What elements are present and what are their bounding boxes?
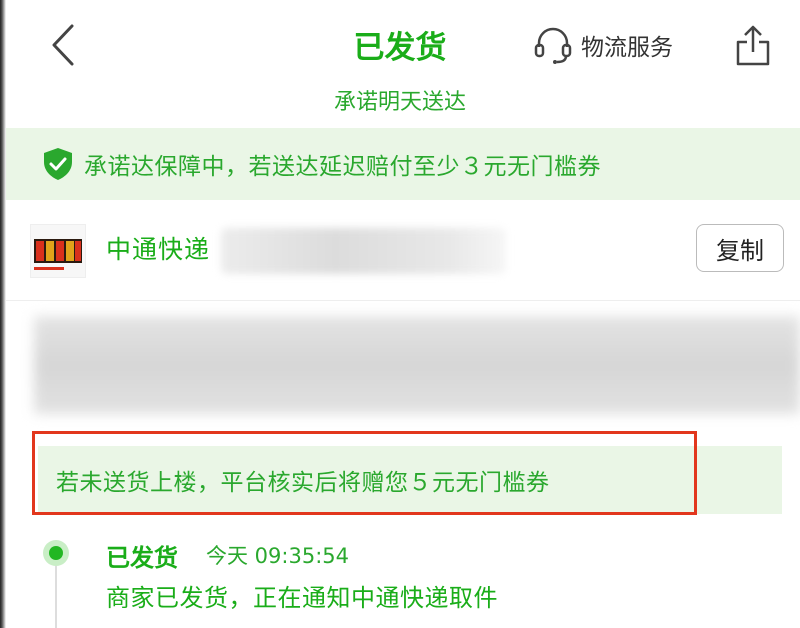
carrier-name: 中通快递	[106, 235, 211, 264]
back-icon	[52, 24, 74, 66]
back-button[interactable]	[44, 22, 84, 68]
guarantee-text: 承诺达保障中，若送达延迟赔付至少３元无门槛券	[84, 154, 601, 180]
delivery-promise: 承诺明天送达	[333, 90, 466, 115]
guarantee-banner: 承诺达保障中，若送达延迟赔付至少３元无门槛券	[6, 128, 800, 200]
address-redacted	[34, 316, 800, 414]
highlight-annotation-box	[32, 431, 697, 515]
logistics-service-button[interactable]: 物流服务	[533, 22, 673, 68]
product-thumbnail[interactable]	[30, 224, 86, 278]
shield-check-icon	[44, 148, 72, 180]
share-button[interactable]	[734, 24, 772, 68]
headset-icon	[534, 27, 572, 64]
share-icon	[736, 25, 770, 66]
tracking-number-redacted	[221, 228, 506, 274]
timeline-event-status: 已发货	[106, 544, 178, 572]
timeline-dot	[43, 540, 69, 566]
logistics-service-label: 物流服务	[581, 35, 673, 61]
timeline-event-desc: 商家已发货，正在通知中通快递取件	[106, 584, 498, 612]
page-title: 已发货	[353, 30, 447, 66]
timeline-event-time: 今天 09:35:54	[206, 544, 349, 568]
product-image	[31, 225, 85, 277]
timeline-line	[55, 566, 57, 628]
window-edge-shadow	[0, 0, 6, 628]
package-row: 中通快递 复制	[6, 200, 800, 301]
copy-tracking-button[interactable]: 复制	[696, 224, 784, 272]
